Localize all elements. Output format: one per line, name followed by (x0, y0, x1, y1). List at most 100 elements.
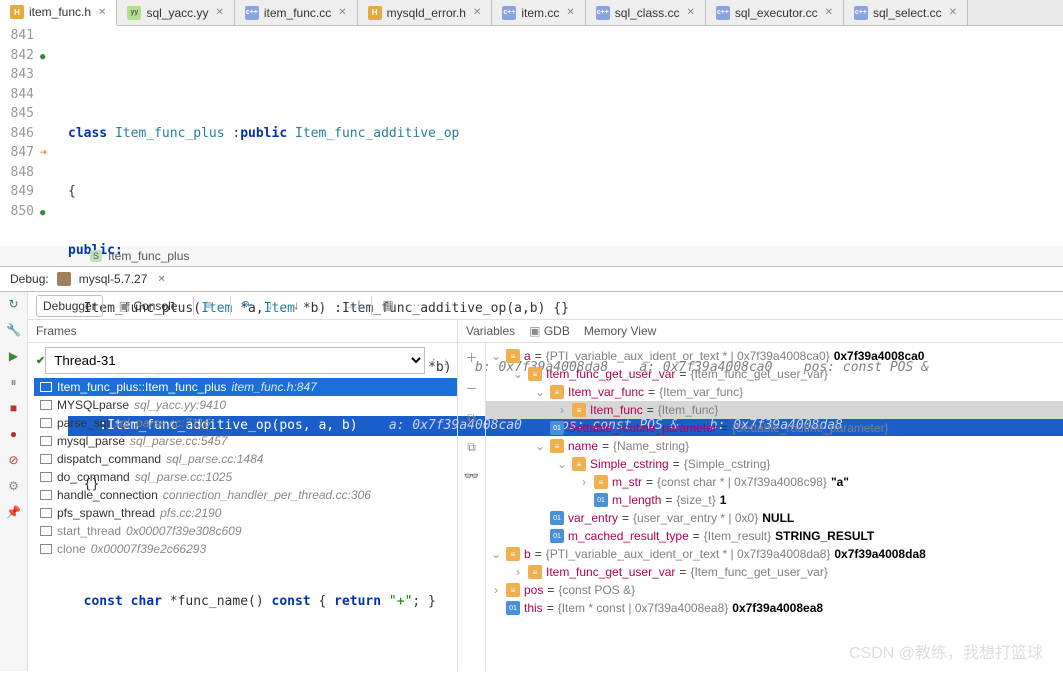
code-area[interactable]: class Item_func_plus :public Item_func_a… (68, 26, 1063, 246)
frame-item[interactable]: clone 0x00007f39e2c66293 (34, 540, 457, 558)
debug-config-name[interactable]: mysql-5.7.27 (79, 272, 148, 286)
stop-button[interactable]: ■ (6, 400, 22, 416)
gdb-tab[interactable]: ▣ GDB (529, 324, 570, 338)
var-row[interactable]: ›≡Item_func_get_user_var = {Item_func_ge… (486, 563, 1063, 581)
close-icon[interactable]: ✕ (825, 7, 833, 18)
frame-item[interactable]: start_thread 0x00007f39e308c609 (34, 522, 457, 540)
expand-icon[interactable]: ⌄ (512, 367, 524, 381)
tab-sql-class-cc[interactable]: c++sql_class.cc✕ (586, 0, 706, 25)
expand-icon[interactable]: ⌄ (534, 385, 546, 399)
tab-item-func-cc[interactable]: c++item_func.cc✕ (235, 0, 358, 25)
memory-view-tab[interactable]: Memory View (584, 324, 656, 338)
frame-list[interactable]: Item_func_plus::Item_func_plus item_func… (28, 378, 457, 671)
var-row[interactable]: 01Settable_routine_parameter = {Settable… (486, 419, 1063, 437)
tab-mysqld-error-h[interactable]: Hmysqld_error.h✕ (358, 0, 493, 25)
close-icon[interactable]: ✕ (566, 7, 574, 18)
var-row[interactable]: ⌄≡b = {PTI_variable_aux_ident_or_text * … (486, 545, 1063, 563)
tab-console[interactable]: ▣ Console (113, 296, 184, 316)
var-name: Simple_cstring (590, 457, 669, 471)
var-row[interactable]: ⌄≡a = {PTI_variable_aux_ident_or_text * … (486, 347, 1063, 365)
variables-tab[interactable]: Variables (466, 324, 515, 338)
link-icon[interactable]: ⧉ (467, 440, 476, 455)
var-row[interactable]: ⌄≡name = {Name_string} (486, 437, 1063, 455)
close-icon[interactable]: ✕ (98, 7, 106, 18)
add-watch-icon[interactable]: ＋ (465, 349, 477, 366)
step-over-icon[interactable]: ↷ (241, 298, 257, 314)
frame-item[interactable]: parse_sql sql_parse.cc:7116 (34, 414, 457, 432)
tab-label: sql_select.cc (873, 6, 942, 20)
thread-dropdown[interactable]: Thread-31 (45, 347, 425, 374)
close-icon[interactable]: ✕ (157, 274, 165, 285)
settings-button[interactable]: 🔧 (6, 322, 22, 338)
tab-item-cc[interactable]: c++item.cc✕ (492, 0, 585, 25)
step-into-icon[interactable]: ↓ (267, 298, 283, 314)
rerun-button[interactable]: ↻ (6, 296, 22, 312)
close-icon[interactable]: ✕ (338, 7, 346, 18)
var-value: "a" (831, 475, 849, 489)
frame-location: item_func.h:847 (231, 380, 316, 394)
var-row[interactable]: 01m_cached_result_type = {Item_result} S… (486, 527, 1063, 545)
remove-watch-icon[interactable]: － (465, 380, 477, 397)
expand-icon[interactable]: ⌄ (490, 349, 502, 363)
var-row[interactable]: 01var_entry = {user_var_entry * | 0x0} N… (486, 509, 1063, 527)
view-breakpoints-button[interactable]: ● (6, 426, 22, 442)
force-step-into-icon[interactable]: ↓ (293, 298, 309, 314)
frame-icon (40, 508, 52, 518)
var-row[interactable]: 01this = {Item * const | 0x7f39a4008ea8}… (486, 599, 1063, 617)
more-icon[interactable]: ⋯ (408, 298, 424, 314)
frame-item[interactable]: handle_connection connection_handler_per… (34, 486, 457, 504)
run-to-cursor-icon[interactable]: →| (345, 298, 361, 314)
frame-icon (40, 454, 52, 464)
var-row[interactable]: ›≡Item_func = {Item_func} (486, 401, 1063, 419)
close-icon[interactable]: ✕ (949, 7, 957, 18)
tab-debugger[interactable]: Debugger (36, 295, 103, 317)
var-row[interactable]: ›≡pos = {const POS &} (486, 581, 1063, 599)
expand-icon[interactable]: › (578, 475, 590, 489)
var-row[interactable]: 01m_length = {size_t} 1 (486, 491, 1063, 509)
expand-icon[interactable]: ⌄ (534, 439, 546, 453)
mute-breakpoints-button[interactable]: ⊘ (6, 452, 22, 468)
expand-icon[interactable]: ⌄ (556, 457, 568, 471)
gear-icon[interactable]: ⚙ (6, 478, 22, 494)
var-row[interactable]: ⌄≡Item_func_get_user_var = {Item_func_ge… (486, 365, 1063, 383)
expand-icon[interactable]: › (490, 583, 502, 597)
var-row[interactable]: ⌄≡Simple_cstring = {Simple_cstring} (486, 455, 1063, 473)
close-icon[interactable]: ✕ (686, 7, 694, 18)
variables-tree[interactable]: ⌄≡a = {PTI_variable_aux_ident_or_text * … (486, 343, 1063, 671)
tab-item-func-h[interactable]: Hitem_func.h✕ (0, 0, 117, 26)
frame-item[interactable]: Item_func_plus::Item_func_plus item_func… (34, 378, 457, 396)
evaluate-icon[interactable]: ▦ (382, 298, 398, 314)
var-row[interactable]: ⌄≡Item_var_func = {Item_var_func} (486, 383, 1063, 401)
close-icon[interactable]: ✕ (473, 7, 481, 18)
resume-button[interactable]: ▶ (6, 348, 22, 364)
copy-icon[interactable]: ⧉ (467, 411, 476, 426)
tab-sql-yacc-yy[interactable]: yysql_yacc.yy✕ (117, 0, 234, 25)
frame-item[interactable]: mysql_parse sql_parse.cc:5457 (34, 432, 457, 450)
glasses-icon[interactable]: 👓 (464, 469, 479, 483)
pin-icon[interactable]: 📌 (6, 504, 22, 520)
frame-item[interactable]: dispatch_command sql_parse.cc:1484 (34, 450, 457, 468)
frame-down-icon[interactable]: ↓ (443, 354, 449, 368)
frame-up-icon[interactable]: ↑ (431, 354, 437, 368)
frame-item[interactable]: pfs_spawn_thread pfs.cc:2190 (34, 504, 457, 522)
var-name: Item_var_func (568, 385, 644, 399)
var-row[interactable]: ›≡m_str = {const char * | 0x7f39a4008c98… (486, 473, 1063, 491)
struct-icon: S (90, 250, 102, 262)
frame-item[interactable]: MYSQLparse sql_yacc.yy:9410 (34, 396, 457, 414)
pause-button[interactable]: ⏸ (6, 374, 22, 390)
tab-sql-executor-cc[interactable]: c++sql_executor.cc✕ (706, 0, 844, 25)
expand-icon[interactable]: ⌄ (490, 547, 502, 561)
expand-icon[interactable]: › (512, 565, 524, 579)
var-value: 1 (720, 493, 727, 507)
close-icon[interactable]: ✕ (215, 7, 223, 18)
debug-left-toolbar: ↻ 🔧 ▶ ⏸ ■ ● ⊘ ⚙ 📌 (0, 292, 28, 671)
expand-icon[interactable]: › (556, 403, 568, 417)
step-out-icon[interactable]: ↑ (319, 298, 335, 314)
var-type-icon: ≡ (506, 583, 520, 597)
tab-sql-select-cc[interactable]: c++sql_select.cc✕ (844, 0, 968, 25)
frame-item[interactable]: do_command sql_parse.cc:1025 (34, 468, 457, 486)
var-type: {user_var_entry * | 0x0} (633, 511, 758, 525)
show-exec-point-icon[interactable]: ≡ (204, 298, 220, 314)
file-icon: c++ (596, 6, 610, 20)
thread-selector[interactable]: ✔ Thread-31 ↑ ↓ (36, 347, 449, 374)
